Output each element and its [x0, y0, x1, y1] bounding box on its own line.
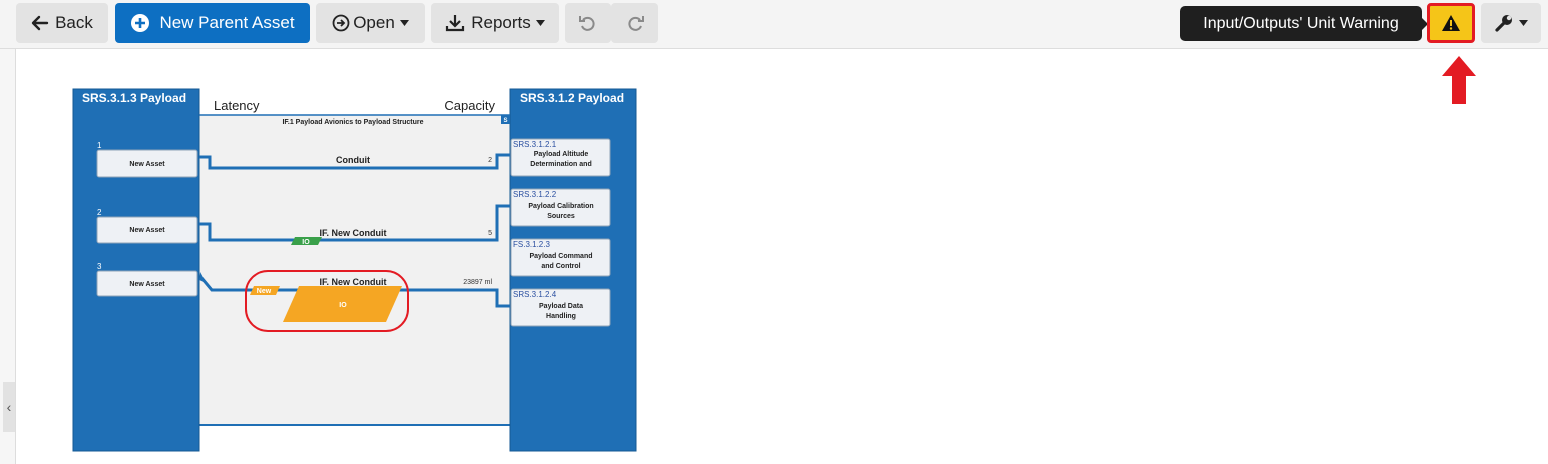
conduit-label: IF. New Conduit [320, 277, 387, 287]
asset-number: 2 [97, 208, 102, 217]
interface-title: IF.1 Payload Avionics to Payload Structu… [282, 119, 423, 126]
left-system-block[interactable] [72, 88, 200, 452]
right-asset-2[interactable]: SRS.3.1.2.2 Payload Calibration Sources [510, 188, 611, 227]
right-asset-1[interactable]: SRS.3.1.2.1 Payload Altitude Determinati… [510, 138, 611, 177]
new-tag-label: New [257, 288, 272, 295]
asset-label-line1: Payload Altitude [534, 151, 589, 158]
asset-number: 1 [97, 141, 102, 150]
asset-label-line1: Payload Command [529, 253, 592, 260]
asset-label-line2: Determination and [530, 161, 591, 168]
asset-label: New Asset [129, 161, 165, 168]
asset-label: New Asset [129, 281, 165, 288]
right-system-title: SRS.3.1.2 Payload [520, 91, 624, 105]
left-system-title: SRS.3.1.3 Payload [82, 91, 186, 105]
asset-id: SRS.3.1.2.2 [513, 190, 557, 199]
asset-id: FS.3.1.2.3 [513, 240, 550, 249]
annotation-arrow-icon [1442, 56, 1476, 104]
asset-label-line2: Sources [547, 213, 575, 220]
conduit-label: IF. New Conduit [320, 228, 387, 238]
conduit-capacity: 5 [488, 230, 492, 237]
conduit-label: Conduit [336, 155, 370, 165]
io-label: IO [339, 302, 347, 309]
asset-label-line2: Handling [546, 313, 576, 320]
latency-label: Latency [214, 98, 260, 113]
asset-label: New Asset [129, 227, 165, 234]
conduit-capacity: 2 [488, 157, 492, 164]
right-asset-3[interactable]: FS.3.1.2.3 Payload Command and Control [510, 238, 611, 277]
io-tag-label: IO [302, 239, 310, 246]
architecture-diagram: SRS.3.1.3 Payload SRS.3.1.2 Payload Late… [72, 56, 1476, 452]
asset-label-line2: and Control [541, 263, 580, 270]
capacity-label: Capacity [444, 98, 495, 113]
asset-id: SRS.3.1.2.1 [513, 140, 557, 149]
asset-label-line1: Payload Calibration [528, 203, 593, 210]
asset-id: SRS.3.1.2.4 [513, 290, 557, 299]
asset-number: 3 [97, 262, 102, 271]
s-badge-label: S [503, 118, 507, 124]
asset-label-line1: Payload Data [539, 303, 583, 310]
right-asset-4[interactable]: SRS.3.1.2.4 Payload Data Handling [510, 288, 611, 327]
conduit-capacity: 23897 ml [463, 279, 492, 286]
